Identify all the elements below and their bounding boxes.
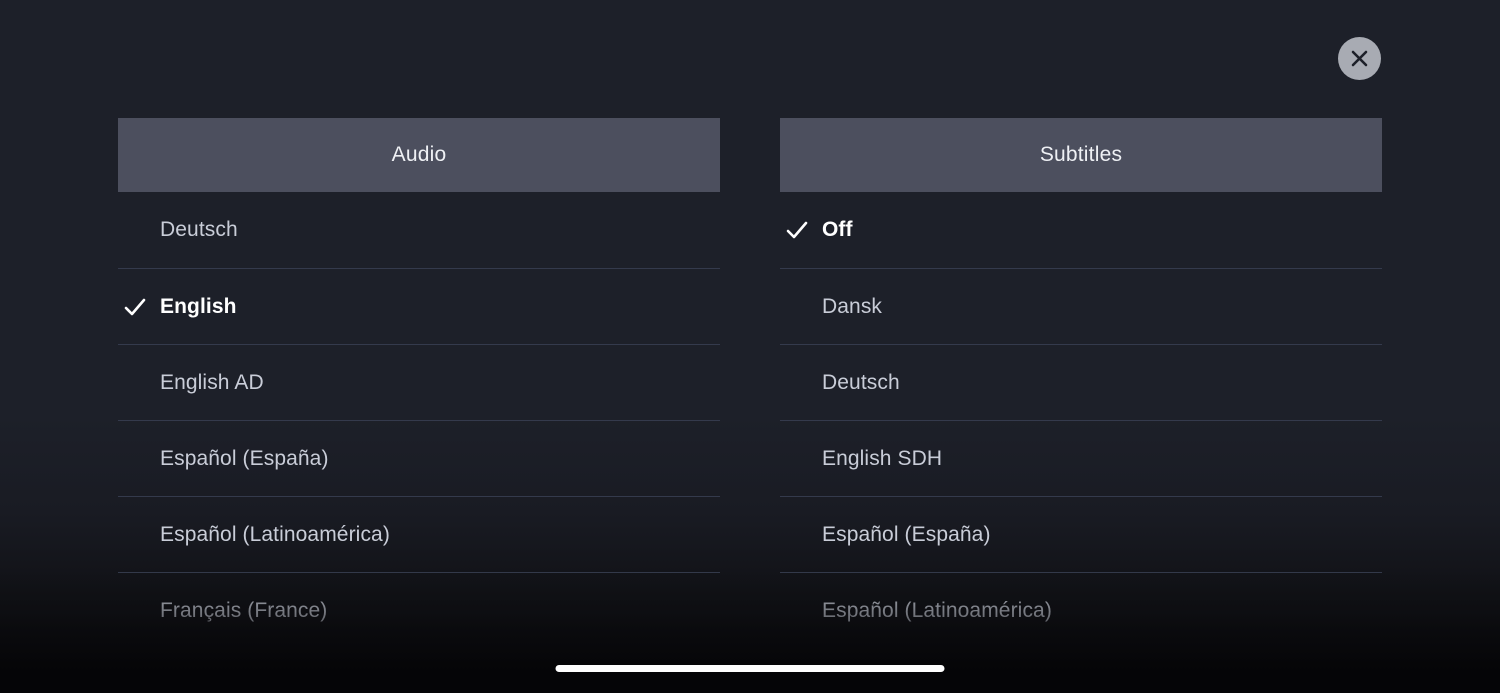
list-item-label: Dansk [822, 294, 883, 318]
list-item-label: English AD [160, 370, 264, 394]
list-item-label: Deutsch [822, 370, 900, 394]
list-item[interactable]: Español (Latinoamérica) [118, 496, 720, 572]
list-item[interactable]: English [118, 268, 720, 344]
list-item[interactable]: Deutsch [780, 344, 1382, 420]
check-icon [780, 523, 822, 547]
list-item[interactable]: Dansk [780, 268, 1382, 344]
audio-subtitles-overlay: Audio Deutsch English English AD Español… [0, 0, 1500, 693]
list-item[interactable]: English SDH [780, 420, 1382, 496]
check-icon [118, 447, 160, 471]
home-indicator[interactable] [555, 665, 945, 672]
list-item-label: Español (Latinoamérica) [822, 598, 1052, 622]
list-item[interactable]: Off [780, 192, 1382, 268]
list-item-label: Off [822, 218, 853, 241]
settings-columns: Audio Deutsch English English AD Español… [0, 118, 1500, 638]
tab-subtitles-label: Subtitles [1039, 143, 1123, 166]
check-icon [780, 218, 822, 242]
check-icon [118, 599, 160, 623]
close-icon [1349, 48, 1370, 69]
list-item[interactable]: Español (Latinoamérica) [780, 572, 1382, 636]
check-icon [780, 295, 822, 319]
check-icon [118, 295, 160, 319]
list-item[interactable]: English AD [118, 344, 720, 420]
check-icon [780, 371, 822, 395]
check-icon [780, 447, 822, 471]
list-item-label: Español (España) [822, 522, 991, 546]
tab-audio[interactable]: Audio [118, 118, 720, 192]
list-item-label: Deutsch [160, 218, 238, 241]
list-item-label: Español (España) [160, 446, 329, 470]
subtitles-option-list[interactable]: Off Dansk Deutsch English SDH Español (E… [780, 192, 1382, 636]
check-icon [780, 599, 822, 623]
list-item[interactable]: Español (España) [118, 420, 720, 496]
close-button[interactable] [1338, 37, 1381, 80]
list-item-label: Español (Latinoamérica) [160, 522, 390, 546]
check-icon [118, 371, 160, 395]
check-icon [118, 523, 160, 547]
list-item[interactable]: Español (España) [780, 496, 1382, 572]
list-item[interactable]: Deutsch [118, 192, 720, 268]
check-icon [118, 218, 160, 242]
audio-column: Audio Deutsch English English AD Español… [118, 118, 720, 638]
list-item-label: English [160, 294, 237, 318]
list-item-label: Français (France) [160, 598, 328, 622]
tab-audio-label: Audio [391, 143, 447, 166]
list-item-label: English SDH [822, 446, 943, 470]
list-item[interactable]: Français (France) [118, 572, 720, 636]
audio-option-list[interactable]: Deutsch English English AD Español (Espa… [118, 192, 720, 636]
tab-subtitles[interactable]: Subtitles [780, 118, 1382, 192]
subtitles-column: Subtitles Off Dansk Deutsch English SDH … [780, 118, 1382, 638]
